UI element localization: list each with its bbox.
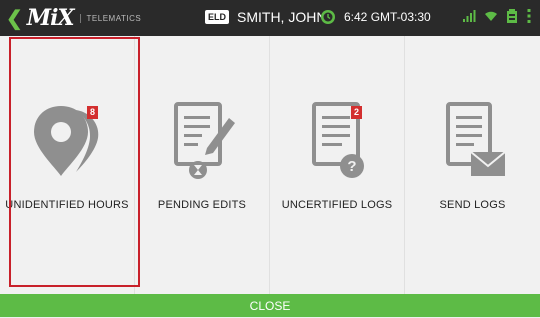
tile-uncertified-logs[interactable]: ? 2 UNCERTIFIED LOGS: [270, 36, 405, 294]
close-button[interactable]: CLOSE: [0, 294, 540, 317]
signal-icon: [463, 10, 476, 22]
top-bar: ❮ MiX TELEMATICS ELD SMITH, JOHN 6:42 GM…: [0, 0, 540, 36]
tile-label: UNCERTIFIED LOGS: [281, 199, 393, 211]
tile-send-logs[interactable]: SEND LOGS: [405, 36, 540, 294]
more-icon[interactable]: [526, 8, 532, 24]
brand-logo[interactable]: ❮ MiX TELEMATICS: [6, 5, 141, 31]
driver-info[interactable]: ELD SMITH, JOHN: [205, 9, 326, 25]
driver-name: SMITH, JOHN: [237, 9, 327, 25]
back-chevron-icon[interactable]: ❮: [6, 6, 23, 31]
brand-name: MiX: [26, 5, 75, 31]
tile-label: PENDING EDITS: [157, 199, 247, 211]
tile-label: SEND LOGS: [439, 199, 506, 211]
svg-text:?: ?: [347, 158, 356, 175]
tile-pending-edits[interactable]: PENDING EDITS: [135, 36, 270, 294]
document-edit-icon: [174, 102, 235, 179]
status-area: 6:42 GMT-03:30: [320, 9, 431, 25]
battery-icon: [507, 9, 517, 23]
time-readout: 6:42 GMT-03:30: [344, 10, 431, 24]
eld-badge: ELD: [205, 10, 229, 24]
badge-count: 2: [351, 106, 362, 119]
wifi-icon: [485, 11, 497, 21]
selection-highlight: [9, 37, 140, 287]
clock-icon: [321, 10, 335, 24]
brand-subtitle: TELEMATICS: [79, 13, 142, 23]
document-mail-icon: [445, 102, 506, 176]
system-tray: [462, 8, 532, 24]
